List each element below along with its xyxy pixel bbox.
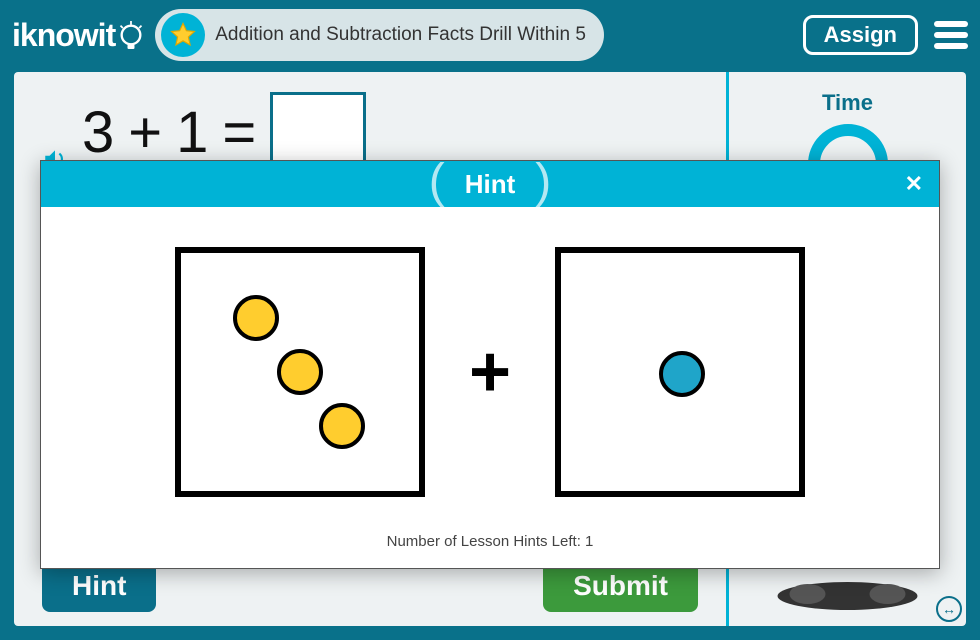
- hints-remaining-text: Number of Lesson Hints Left: 1: [81, 533, 899, 550]
- paren-left-icon: (: [429, 158, 445, 206]
- dot-yellow-2: [277, 349, 323, 395]
- hint-modal-header: ( Hint ) ✕: [41, 161, 939, 207]
- dot-blue-1: [659, 351, 705, 397]
- close-icon[interactable]: ✕: [905, 171, 923, 197]
- dot-yellow-3: [319, 403, 365, 449]
- hint-modal-title: Hint: [445, 169, 536, 200]
- dot-yellow-1: [233, 295, 279, 341]
- hint-modal-overlay: ( Hint ) ✕ + Number of Lesson Hints Left…: [0, 0, 980, 640]
- hint-title-wrap: ( Hint ): [429, 160, 552, 208]
- paren-right-icon: ): [535, 158, 551, 206]
- hint-right-box: [555, 247, 805, 497]
- hint-modal: ( Hint ) ✕ + Number of Lesson Hints Left…: [40, 160, 940, 569]
- hint-visual: +: [81, 247, 899, 497]
- hint-left-box: [175, 247, 425, 497]
- hint-modal-body: + Number of Lesson Hints Left: 1: [41, 207, 939, 568]
- plus-icon: +: [469, 331, 511, 413]
